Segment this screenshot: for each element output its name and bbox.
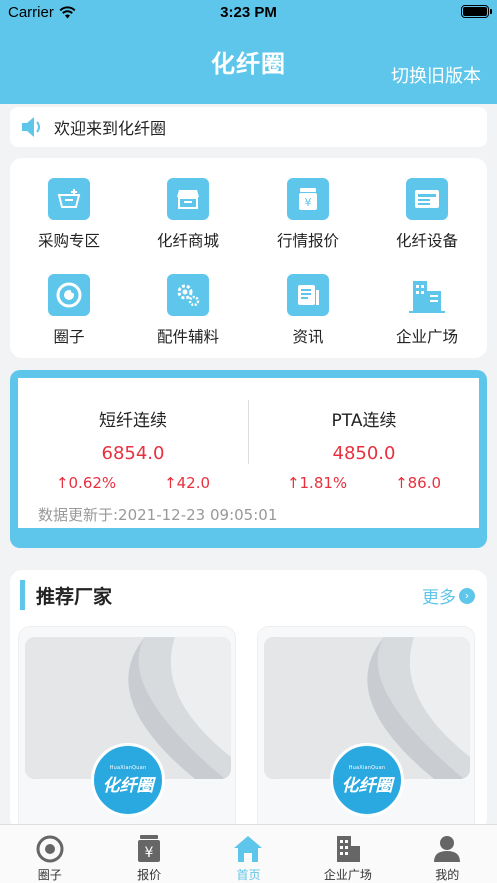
chevron-right-icon: › [459,587,475,604]
change-percent: ↑0.62% [55,474,117,492]
grid-label: 化纤商城 [156,232,219,250]
section-title: 推荐厂家 [36,586,113,608]
status-bar: Carrier 3:23 PM [0,0,497,26]
change-absolute: ↑42.0 [164,474,211,492]
speaker-icon [22,117,40,137]
tab-label: 企业广场 [323,868,372,882]
up-arrow-icon: ↑ [395,474,408,492]
price-tag-icon: ¥ [133,833,165,865]
section-accent-bar [20,580,25,610]
grid-label: 资讯 [292,328,324,346]
recommended-factories: 推荐厂家 更多 › HuaXianQuan 化纤圈 HuaXianQuan 化纤… [10,570,487,830]
quote-item-staple-fiber[interactable]: 短纤连续 6854.0 ↑0.62% ↑42.0 [18,378,248,492]
grid-item-news[interactable]: 资讯 [249,274,367,347]
home-icon [232,833,264,865]
store-icon [167,178,209,220]
switch-old-version-button[interactable]: 切换旧版本 [391,62,481,88]
tab-mine[interactable]: 我的 [398,825,497,883]
svg-text:¥: ¥ [305,196,312,209]
change-percent: ↑1.81% [286,474,348,492]
battery-icon [461,5,492,18]
quote-name: PTA连续 [331,411,397,431]
quote-item-pta[interactable]: PTA连续 4850.0 ↑1.81% ↑86.0 [249,378,479,492]
circle-icon [34,833,66,865]
price-tag-icon: ¥ [287,178,329,220]
more-button[interactable]: 更多 › [422,583,475,608]
circle-icon [48,274,90,316]
category-grid: 采购专区 化纤商城 ¥ 行情报价 化纤设备 圈子 配件辅料 资讯 企业广场 [10,158,487,358]
up-arrow-icon: ↑ [164,474,177,492]
tab-quotes[interactable]: ¥ 报价 [99,825,198,883]
factory-logo: HuaXianQuan 化纤圈 [330,743,404,817]
factory-logo: HuaXianQuan 化纤圈 [91,743,165,817]
quotes-panel: 短纤连续 6854.0 ↑0.62% ↑42.0 PTA连续 4850.0 ↑1… [18,378,479,528]
news-icon [287,274,329,316]
tab-circle[interactable]: 圈子 [0,825,99,883]
basket-icon [48,178,90,220]
quote-price: 4850.0 [332,443,396,464]
grid-item-equipment[interactable]: 化纤设备 [368,178,486,251]
buildings-icon [332,833,364,865]
quote-changes: ↑0.62% ↑42.0 [18,474,248,492]
grid-item-circle[interactable]: 圈子 [10,274,128,347]
grid-item-enterprise[interactable]: 企业广场 [368,274,486,347]
tab-label: 圈子 [37,868,62,882]
quote-price: 6854.0 [101,443,165,464]
up-arrow-icon: ↑ [55,474,69,492]
grid-item-accessories[interactable]: 配件辅料 [129,274,247,347]
buildings-icon [406,274,448,316]
grid-label: 配件辅料 [156,328,219,346]
grid-item-purchase[interactable]: 采购专区 [10,178,128,251]
up-arrow-icon: ↑ [286,474,300,492]
tab-label: 报价 [137,868,162,882]
header: Carrier 3:23 PM 化纤圈 切换旧版本 [0,0,497,104]
notice-text: 欢迎来到化纤圈 [54,119,167,138]
grid-label: 化纤设备 [395,232,458,250]
tab-home[interactable]: 首页 [199,825,298,883]
grid-label: 企业广场 [395,328,458,346]
svg-text:¥: ¥ [145,845,154,861]
bottom-tab-bar: 圈子 ¥ 报价 首页 企业广场 我的 [0,824,497,883]
welcome-notice: 欢迎来到化纤圈 [10,107,487,147]
status-time: 3:23 PM [220,4,277,21]
tab-enterprise[interactable]: 企业广场 [298,825,397,883]
data-update-time: 数据更新于:2021-12-23 09:05:01 [38,506,278,524]
grid-label: 行情报价 [276,232,339,250]
grid-label: 采购专区 [37,232,100,250]
factory-card[interactable]: HuaXianQuan 化纤圈 [257,626,475,830]
market-quotes-card: 短纤连续 6854.0 ↑0.62% ↑42.0 PTA连续 4850.0 ↑1… [10,370,487,548]
change-absolute: ↑86.0 [395,474,442,492]
quote-changes: ↑1.81% ↑86.0 [249,474,479,492]
grid-item-quotes[interactable]: ¥ 行情报价 [249,178,367,251]
grid-label: 圈子 [53,328,85,346]
tab-label: 首页 [236,868,261,882]
device-icon [406,178,448,220]
more-label: 更多 [422,588,456,608]
gears-icon [167,274,209,316]
quote-name: 短纤连续 [99,411,167,431]
tab-label: 我的 [435,868,460,882]
user-icon [431,833,463,865]
grid-item-mall[interactable]: 化纤商城 [129,178,247,251]
factory-card[interactable]: HuaXianQuan 化纤圈 [18,626,236,830]
